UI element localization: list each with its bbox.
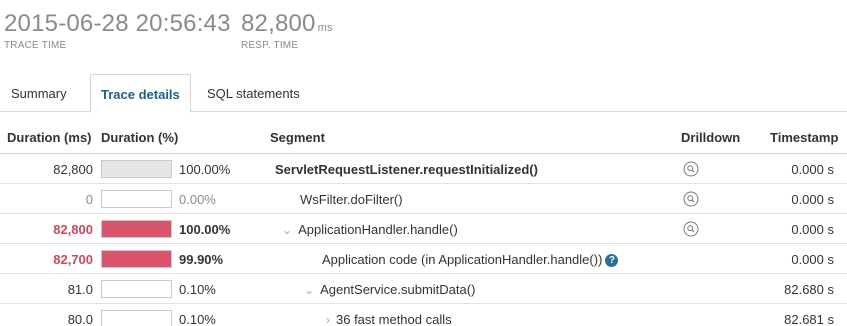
duration-ms: 82,800	[53, 222, 93, 237]
resp-time-metric: 82,800 ms RESP. TIME	[241, 10, 333, 51]
segment-name: ApplicationHandler.handle()	[298, 222, 458, 237]
magnifier-icon[interactable]	[683, 161, 699, 177]
tab-summary[interactable]: Summary	[1, 74, 77, 112]
trace-table: Duration (ms) Duration (%) Segment Drill…	[0, 118, 847, 326]
timestamp: 0.000 s	[791, 222, 834, 237]
duration-pct: 99.90%	[179, 252, 224, 267]
tab-trace-details[interactable]: Trace details	[90, 74, 191, 113]
col-segment[interactable]: Segment	[270, 130, 325, 145]
segment-name: AgentService.submitData()	[320, 282, 476, 297]
duration-bar	[101, 250, 172, 268]
duration-pct: 0.00%	[179, 192, 216, 207]
segment-name-wrap: ⌄ ApplicationHandler.handle()	[282, 222, 458, 237]
segment-name-wrap: Application code (in ApplicationHandler.…	[322, 252, 619, 267]
chevron-down-icon[interactable]: ⌄	[282, 223, 292, 237]
segment-name-wrap: › 36 fast method calls	[326, 312, 452, 326]
resp-time-label: RESP. TIME	[241, 40, 299, 51]
duration-ms: 82,700	[53, 252, 93, 267]
segment-name: WsFilter.doFilter()	[300, 192, 403, 207]
segment-name: Application code (in ApplicationHandler.…	[322, 252, 603, 267]
timestamp: 0.000 s	[791, 252, 834, 267]
col-timestamp[interactable]: Timestamp	[770, 130, 838, 145]
trace-time-metric: 2015-06-28 20:56:43 TRACE TIME	[4, 10, 231, 51]
table-row[interactable]: 82,700 99.90% Application code (in Appli…	[0, 244, 847, 274]
duration-bar	[101, 190, 172, 208]
tab-bar: Summary Trace details SQL statements	[0, 74, 847, 113]
timestamp: 0.000 s	[791, 192, 834, 207]
duration-pct: 0.10%	[179, 282, 216, 297]
trace-time-label: TRACE TIME	[4, 40, 67, 51]
duration-bar	[101, 160, 172, 178]
duration-bar	[101, 220, 172, 238]
timestamp: 82.681 s	[784, 312, 834, 326]
resp-time-value: 82,800	[241, 10, 316, 37]
table-row[interactable]: 82,800 100.00% ⌄ ApplicationHandler.handl…	[0, 214, 847, 244]
duration-bar-fill	[102, 161, 171, 177]
duration-bar	[101, 310, 172, 326]
timestamp: 82.680 s	[784, 282, 834, 297]
duration-bar	[101, 280, 172, 298]
trace-time-value: 2015-06-28 20:56:43	[4, 10, 231, 37]
col-duration-pct[interactable]: Duration (%)	[101, 130, 178, 145]
col-drilldown[interactable]: Drilldown	[681, 130, 740, 145]
duration-ms: 81.0	[67, 282, 93, 297]
chevron-down-icon[interactable]: ⌄	[304, 283, 314, 297]
segment-name: 36 fast method calls	[336, 312, 452, 326]
timestamp: 0.000 s	[791, 162, 834, 177]
table-row[interactable]: 0 0.00% WsFilter.doFilter() 0.000 s	[0, 184, 847, 214]
duration-ms: 0	[85, 192, 93, 207]
magnifier-icon[interactable]	[683, 221, 699, 237]
chevron-right-icon[interactable]: ›	[326, 313, 330, 326]
duration-pct: 100.00%	[179, 162, 231, 177]
duration-ms: 80.0	[67, 312, 93, 326]
table-row[interactable]: 80.0 0.10% › 36 fast method calls 82.681 …	[0, 304, 847, 326]
segment-name: ServletRequestListener.requestInitialize…	[275, 162, 538, 177]
table-row[interactable]: 81.0 0.10% ⌄ AgentService.submitData() 82…	[0, 274, 847, 304]
tab-sql-statements[interactable]: SQL statements	[197, 74, 310, 112]
duration-ms: 82,800	[53, 162, 93, 177]
help-icon[interactable]: ?	[605, 254, 619, 267]
duration-bar-fill	[102, 221, 171, 237]
table-header: Duration (ms) Duration (%) Segment Drill…	[0, 118, 847, 154]
resp-time-value-wrap: 82,800 ms	[241, 10, 333, 38]
col-duration-ms[interactable]: Duration (ms)	[7, 130, 92, 145]
duration-bar-fill	[102, 251, 171, 267]
segment-name-wrap: ⌄ AgentService.submitData()	[304, 282, 475, 297]
duration-pct: 100.00%	[179, 222, 231, 237]
table-row[interactable]: 82,800 100.00% ServletRequestListener.re…	[0, 154, 847, 184]
resp-time-unit: ms	[317, 22, 333, 34]
magnifier-icon[interactable]	[683, 191, 699, 207]
duration-pct: 0.10%	[179, 312, 216, 326]
